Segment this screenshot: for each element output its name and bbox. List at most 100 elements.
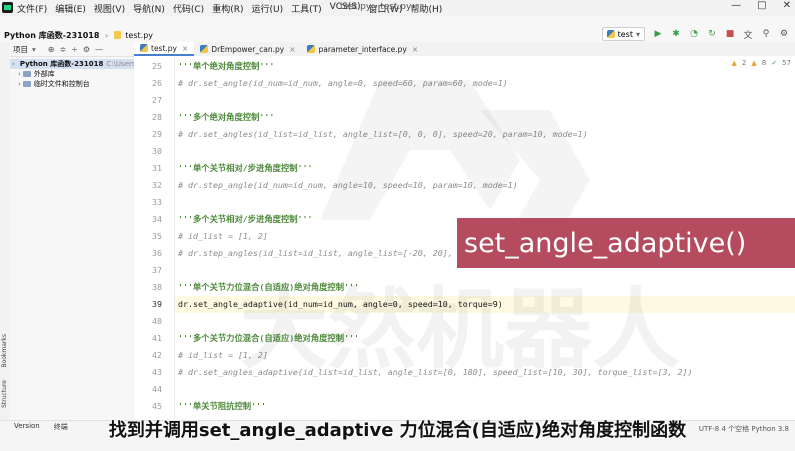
menu-item-2[interactable]: 视图(V) [93, 2, 126, 15]
line-number: 43 [152, 367, 162, 377]
weak-warning-count: 8 [761, 59, 767, 67]
python-file-icon [200, 45, 209, 53]
run-toolbar: test ▾ ▶ ✱ ◔ ↻ ■ 文 ⚲ ⚙ [601, 27, 789, 41]
editor-tab[interactable]: parameter_interface.py × [301, 42, 424, 56]
menu-item-7[interactable]: 工具(T) [290, 2, 323, 15]
code-line-current[interactable]: dr.set_angle_adaptive(id_num=id_num, ang… [178, 296, 503, 313]
folder-icon [22, 81, 31, 87]
collapse-icon[interactable]: ÷ [71, 45, 78, 54]
debug-icon[interactable]: ✱ [671, 29, 681, 39]
structure-tool-label[interactable]: Structure [1, 380, 8, 408]
code-line[interactable]: # id_list = [1, 2] [178, 228, 268, 245]
expand-icon[interactable]: ≑ [59, 45, 66, 54]
code-line[interactable]: # dr.set_angle(id_num=id_num, angle=0, s… [178, 75, 508, 92]
hide-icon[interactable]: — [95, 45, 103, 54]
stop-icon[interactable]: ■ [725, 29, 735, 39]
line-number: 27 [152, 95, 162, 105]
code-line[interactable]: '''单个关节力位混合(自适应)绝对角度控制''' [178, 279, 359, 296]
python-file-icon [113, 31, 121, 39]
line-number: 30 [152, 146, 162, 156]
warning-icon: ▲ [731, 59, 737, 67]
menu-item-1[interactable]: 编辑(E) [54, 2, 87, 15]
chevron-right-icon[interactable]: › [18, 70, 21, 78]
close-tab-icon[interactable]: × [289, 45, 295, 54]
close-icon[interactable]: ✕ [783, 0, 791, 11]
profile-icon[interactable]: ↻ [707, 29, 717, 39]
menu-item-0[interactable]: 文件(F) [16, 2, 48, 15]
video-subtitle: 找到并调用set_angle_adaptive 力位混合(自适应)绝对角度控制函… [108, 420, 687, 441]
line-number: 45 [152, 401, 162, 411]
line-number: 34 [152, 214, 162, 224]
project-tree: › Python 库函数-231018C:\Users\ › 外部库 › 临时文件和控制台 [10, 57, 134, 89]
gear-icon[interactable]: ⚙ [83, 45, 90, 54]
close-tab-icon[interactable]: × [412, 45, 418, 54]
maximize-icon[interactable]: □ [757, 0, 766, 11]
project-panel-header: 项目 ▾ ⊕ ≑ ÷ ⚙ — [10, 42, 134, 57]
code-line[interactable]: '''单个绝对角度控制''' [178, 58, 274, 75]
line-number: 25 [152, 61, 162, 71]
code-line[interactable]: # dr.set_angles_adaptive(id_list=id_list… [178, 364, 693, 381]
line-number: 41 [152, 333, 162, 343]
chevron-right-icon[interactable]: › [12, 60, 15, 68]
editor-tab-bar: test.py × DrEmpower_can.py × parameter_inter… [134, 42, 795, 57]
menu-item-3[interactable]: 导航(N) [132, 2, 166, 15]
line-number: 33 [152, 197, 162, 207]
run-config-select[interactable]: test ▾ [601, 27, 645, 41]
warning-count: 2 [741, 59, 747, 67]
menu-bar: 文件(F) 编辑(E) 视图(V) 导航(N) 代码(C) 重构(R) 运行(U) 工具(T)… [0, 0, 795, 17]
chevron-down-icon: ▾ [635, 29, 640, 39]
project-view-select[interactable]: 项目 [13, 44, 28, 55]
line-number: 38 [152, 282, 162, 292]
function-name-overlay: set_angle_adaptive() [457, 218, 795, 268]
line-number: 35 [152, 231, 162, 241]
code-line[interactable]: '''单个关节相对/步进角度控制''' [178, 160, 313, 177]
line-number: 39 [152, 299, 162, 309]
line-number: 31 [152, 163, 162, 173]
code-line[interactable]: '''多个绝对角度控制''' [178, 109, 274, 126]
code-line[interactable]: # dr.step_angle(id_num=id_num, angle=10,… [178, 177, 518, 194]
tree-item-label: 外部库 [33, 70, 55, 78]
coverage-icon[interactable]: ◔ [689, 29, 699, 39]
tree-item[interactable]: › Python 库函数-231018C:\Users\ [10, 59, 134, 69]
line-number: 44 [152, 384, 162, 394]
python-icon [606, 30, 615, 38]
minimize-icon[interactable]: — [731, 0, 741, 11]
editor-tab-label: DrEmpower_can.py [211, 44, 285, 54]
editor-tab[interactable]: test.py × [134, 42, 195, 56]
breadcrumb-project[interactable]: Python 库函数-231018 [4, 31, 99, 40]
code-line[interactable]: # id_list = [1, 2] [178, 347, 268, 364]
translate-icon[interactable]: 文 [743, 29, 753, 41]
tree-item[interactable]: › 外部库 [10, 69, 134, 79]
code-line[interactable]: '''多个关节相对/步进角度控制''' [178, 211, 313, 228]
window-controls: — □ ✕ [731, 0, 791, 11]
run-icon[interactable]: ▶ [653, 29, 663, 39]
search-icon[interactable]: ⚲ [761, 29, 771, 39]
chevron-down-icon[interactable]: ▾ [32, 45, 36, 54]
line-number: 36 [152, 248, 162, 258]
editor-tab[interactable]: DrEmpower_can.py × [194, 42, 301, 56]
settings-icon[interactable]: ⚙ [779, 29, 789, 39]
code-line[interactable]: '''多个关节力位混合(自适应)绝对角度控制''' [178, 330, 359, 347]
project-panel: 项目 ▾ ⊕ ≑ ÷ ⚙ — › Python 库函数-231018 C:\User… [10, 42, 135, 420]
tree-item-label: 临时文件和控制台 [33, 80, 90, 88]
line-number: 42 [152, 350, 162, 360]
close-tab-icon[interactable]: × [182, 44, 188, 53]
tree-item[interactable]: › 临时文件和控制台 [10, 79, 134, 89]
menu-item-6[interactable]: 运行(U) [250, 2, 284, 15]
line-number: 26 [152, 78, 162, 88]
menu-item-5[interactable]: 重构(R) [211, 2, 244, 15]
chevron-right-icon: › [105, 31, 109, 40]
typo-icon: ✓ [771, 59, 778, 67]
menu-item-4[interactable]: 代码(C) [172, 2, 205, 15]
inspection-widget[interactable]: ▲ 2 ▲ 8 ✓ 57 [731, 59, 791, 67]
breadcrumb-file[interactable]: test.py [125, 31, 153, 40]
locate-icon[interactable]: ⊕ [48, 45, 55, 54]
python-file-icon [140, 44, 148, 52]
line-number: 40 [152, 316, 162, 326]
editor-tab-label: parameter_interface.py [318, 44, 407, 54]
code-line[interactable]: # dr.set_angles(id_list=id_list, angle_l… [178, 126, 588, 143]
menu-item-10[interactable]: 帮助(H) [409, 2, 443, 15]
bookmarks-tool-label[interactable]: Bookmarks [1, 334, 8, 368]
code-line[interactable]: '''单关节阻抗控制''' [178, 398, 266, 415]
chevron-right-icon[interactable]: › [18, 80, 21, 88]
